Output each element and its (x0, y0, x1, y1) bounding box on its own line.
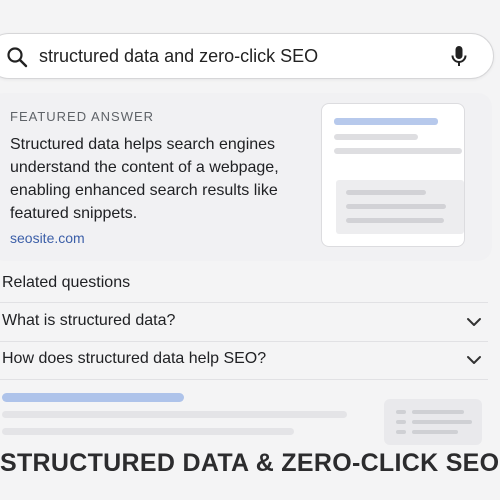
thumbnail-block (336, 180, 464, 234)
related-question-text[interactable]: What is structured data? (2, 312, 175, 330)
placeholder-thumbnail-line (396, 410, 406, 414)
featured-answer-card: FEATURED ANSWER Structured data helps se… (0, 93, 492, 261)
thumbnail-line (334, 148, 462, 154)
page-footer-title: STRUCTURED DATA & ZERO-CLICK SEO (0, 449, 500, 477)
search-bar[interactable]: structured data and zero-click SEO (0, 33, 494, 79)
chevron-down-icon[interactable] (466, 352, 482, 368)
chevron-down-icon[interactable] (466, 314, 482, 330)
featured-source-link[interactable]: seosite.com (10, 230, 85, 246)
thumbnail-line (346, 190, 426, 195)
related-questions-heading: Related questions (2, 274, 131, 291)
featured-thumbnail (321, 103, 465, 247)
thumbnail-line (334, 134, 418, 140)
related-question-row[interactable]: What is structured data? (0, 303, 488, 341)
thumbnail-line (346, 204, 446, 209)
placeholder-thumbnail-line (396, 420, 406, 424)
placeholder-thumbnail-line (412, 420, 472, 424)
related-question-row[interactable]: How does structured data help SEO? (0, 341, 488, 379)
thumbnail-line (346, 218, 444, 223)
search-icon[interactable] (5, 45, 29, 69)
placeholder-thumbnail-line (412, 430, 458, 434)
search-query[interactable]: structured data and zero-click SEO (39, 44, 318, 68)
featured-answer-text: Structured data helps search engines und… (10, 136, 279, 222)
divider (0, 379, 488, 380)
placeholder-thumbnail-line (396, 430, 406, 434)
featured-answer-label: FEATURED ANSWER (10, 109, 155, 124)
placeholder-result-thumbnail (384, 399, 482, 445)
placeholder-thumbnail-line (412, 410, 464, 414)
mic-icon[interactable] (447, 44, 471, 68)
placeholder-result-line (2, 428, 294, 435)
placeholder-result-line (2, 411, 347, 418)
placeholder-result-title (2, 393, 184, 402)
related-question-text[interactable]: How does structured data help SEO? (2, 350, 266, 368)
thumbnail-line (334, 118, 438, 125)
